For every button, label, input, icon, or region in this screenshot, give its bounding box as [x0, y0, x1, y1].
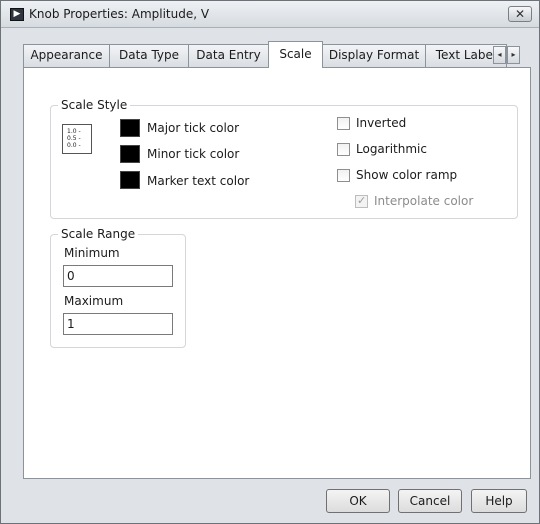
scale-range-title: Scale Range: [58, 227, 139, 241]
tab-strip: Appearance Data Type Data Entry Scale Di…: [23, 41, 523, 68]
dialog-body: Appearance Data Type Data Entry Scale Di…: [9, 29, 533, 513]
tab-scale[interactable]: Scale: [268, 41, 323, 68]
scale-style-selector-icon[interactable]: 1.0 - 0.5 - 0.0 -: [62, 124, 92, 154]
ok-button[interactable]: OK: [326, 489, 390, 513]
logarithmic-checkbox[interactable]: [337, 143, 350, 156]
scale-style-group: Scale Style 1.0 - 0.5 - 0.0 - Major tick…: [50, 98, 518, 219]
scale-style-title: Scale Style: [58, 98, 131, 112]
cancel-button[interactable]: Cancel: [398, 489, 462, 513]
tab-scroll-left-icon[interactable]: ◂: [493, 46, 506, 64]
tab-scroll-right-icon[interactable]: ▸: [507, 46, 520, 64]
tab-data-entry[interactable]: Data Entry: [188, 44, 269, 67]
scale-icon-label-low: 0.0 -: [67, 142, 81, 149]
app-icon: ▶: [10, 8, 24, 21]
major-tick-color-label: Major tick color: [147, 121, 240, 135]
minimum-input[interactable]: 0: [63, 265, 173, 287]
tab-display-format[interactable]: Display Format: [322, 44, 426, 67]
interpolate-color-label: Interpolate color: [374, 194, 474, 208]
inverted-label: Inverted: [356, 116, 407, 130]
help-button[interactable]: Help: [471, 489, 527, 513]
minor-tick-color-swatch[interactable]: [120, 145, 140, 163]
inverted-checkbox[interactable]: [337, 117, 350, 130]
show-color-ramp-label: Show color ramp: [356, 168, 458, 182]
maximum-label: Maximum: [64, 294, 124, 308]
tab-data-type[interactable]: Data Type: [109, 44, 189, 67]
window-title: Knob Properties: Amplitude, V: [29, 7, 210, 21]
logarithmic-label: Logarithmic: [356, 142, 427, 156]
marker-text-color-swatch[interactable]: [120, 171, 140, 189]
maximum-input[interactable]: 1: [63, 313, 173, 335]
scale-tab-panel: Scale Style 1.0 - 0.5 - 0.0 - Major tick…: [23, 67, 531, 479]
scale-range-group: Scale Range Minimum 0 Maximum 1: [50, 227, 186, 348]
major-tick-color-swatch[interactable]: [120, 119, 140, 137]
minor-tick-color-label: Minor tick color: [147, 147, 240, 161]
interpolate-color-checkbox[interactable]: ✓: [355, 194, 368, 208]
scale-icon-label-mid: 0.5 -: [67, 135, 81, 142]
tab-appearance[interactable]: Appearance: [23, 44, 110, 67]
minimum-label: Minimum: [64, 246, 120, 260]
close-button[interactable]: ✕: [508, 6, 532, 22]
scale-icon-label-high: 1.0 -: [67, 128, 81, 135]
checkmark-icon: ✓: [357, 194, 367, 207]
title-bar[interactable]: ▶ Knob Properties: Amplitude, V ✕: [1, 1, 539, 28]
properties-dialog: ▶ Knob Properties: Amplitude, V ✕ Appear…: [0, 0, 540, 524]
show-color-ramp-checkbox[interactable]: [337, 169, 350, 182]
marker-text-color-label: Marker text color: [147, 174, 250, 188]
